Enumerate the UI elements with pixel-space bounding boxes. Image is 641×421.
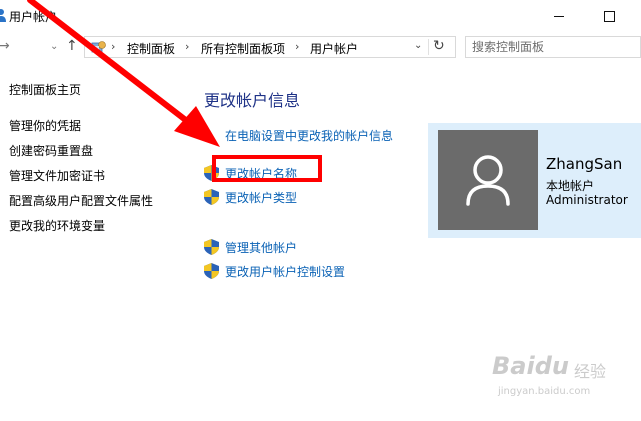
watermark-brand: Baidu xyxy=(492,352,569,380)
watermark: Baidu 经验 jingyan.baidu.com xyxy=(488,348,628,408)
watermark-brand-cn: 经验 xyxy=(574,362,607,381)
watermark-url: jingyan.baidu.com xyxy=(498,386,591,397)
